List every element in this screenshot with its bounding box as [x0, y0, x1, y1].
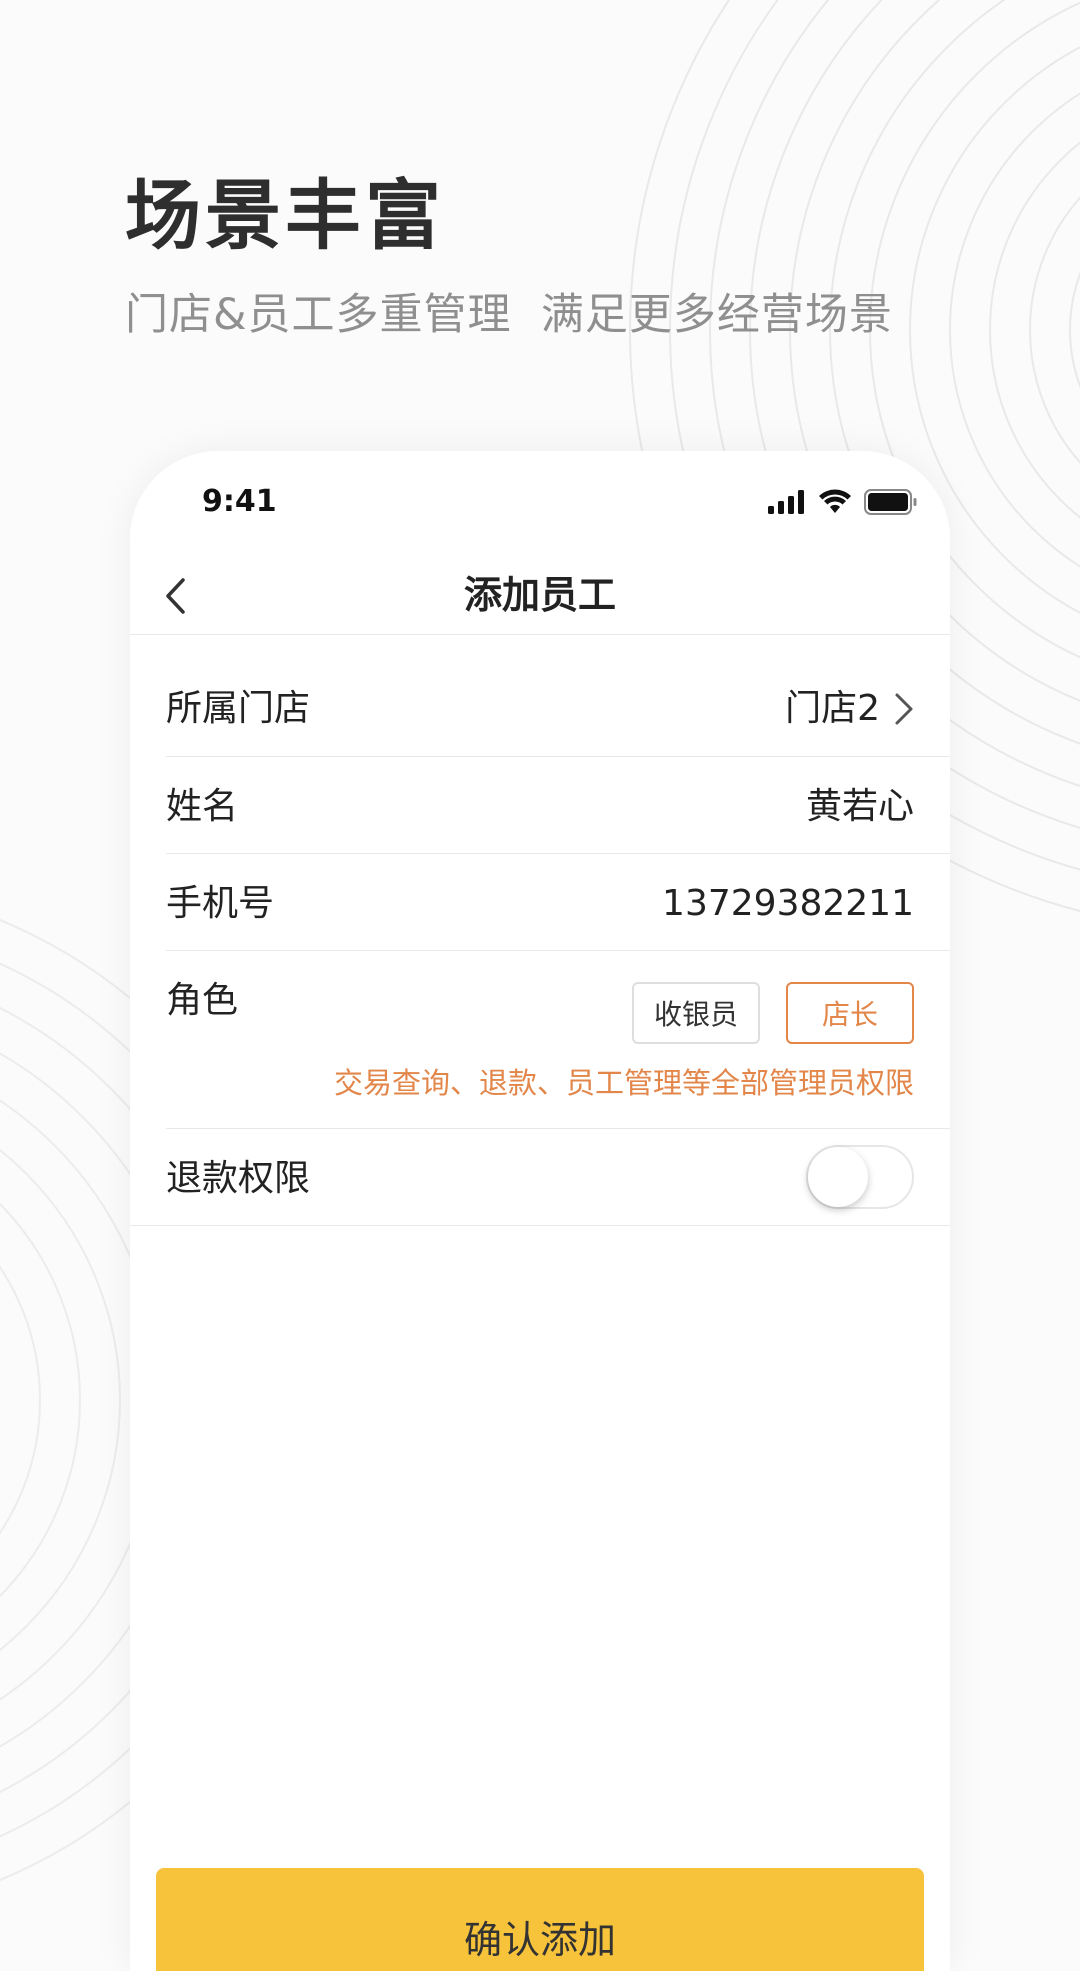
role-option-store-manager[interactable]: 店长 [786, 982, 914, 1044]
add-employee-form: 所属门店 门店2 姓名 黄若心 手机号 13729382211 角色 收银员 店… [130, 635, 950, 1226]
name-row[interactable]: 姓名 黄若心 [166, 757, 950, 854]
role-row: 角色 收银员 店长 交易查询、退款、员工管理等全部管理员权限 [166, 951, 950, 1129]
battery-icon [864, 489, 917, 515]
promo-headline: 场景丰富 [125, 171, 445, 260]
toggle-knob [808, 1147, 868, 1207]
refund-row: 退款权限 [130, 1129, 950, 1226]
status-icons [768, 489, 918, 515]
promo-subline: 门店&员工多重管理 满足更多经营场景 [125, 290, 893, 340]
role-option-cashier[interactable]: 收银员 [632, 982, 760, 1044]
page-title: 添加员工 [463, 573, 616, 617]
role-label: 角色 [166, 980, 239, 1021]
role-options: 收银员 店长 [632, 982, 914, 1044]
status-bar: 9:41 [130, 451, 950, 541]
phone-mockup: 9:41 添加员工 所属门店 门店2 姓名 黄若心 手机号 1372938221… [130, 451, 950, 1971]
store-label: 所属门店 [166, 688, 311, 729]
name-label: 姓名 [166, 786, 239, 827]
store-value-text: 门店2 [785, 688, 880, 729]
chevron-right-icon [895, 693, 913, 725]
wifi-icon [819, 489, 851, 513]
role-hint: 交易查询、退款、员工管理等全部管理员权限 [333, 1066, 914, 1100]
store-value[interactable]: 门店2 [785, 687, 914, 730]
phone-row[interactable]: 手机号 13729382211 [166, 854, 950, 951]
status-time: 9:41 [202, 484, 277, 519]
refund-label: 退款权限 [166, 1158, 311, 1199]
store-row[interactable]: 所属门店 门店2 [166, 635, 950, 757]
signal-icon [768, 490, 804, 514]
phone-label: 手机号 [166, 883, 275, 924]
refund-toggle[interactable] [806, 1145, 914, 1209]
name-field[interactable]: 黄若心 [806, 785, 914, 828]
nav-bar: 添加员工 [130, 561, 950, 635]
phone-field[interactable]: 13729382211 [662, 882, 914, 925]
